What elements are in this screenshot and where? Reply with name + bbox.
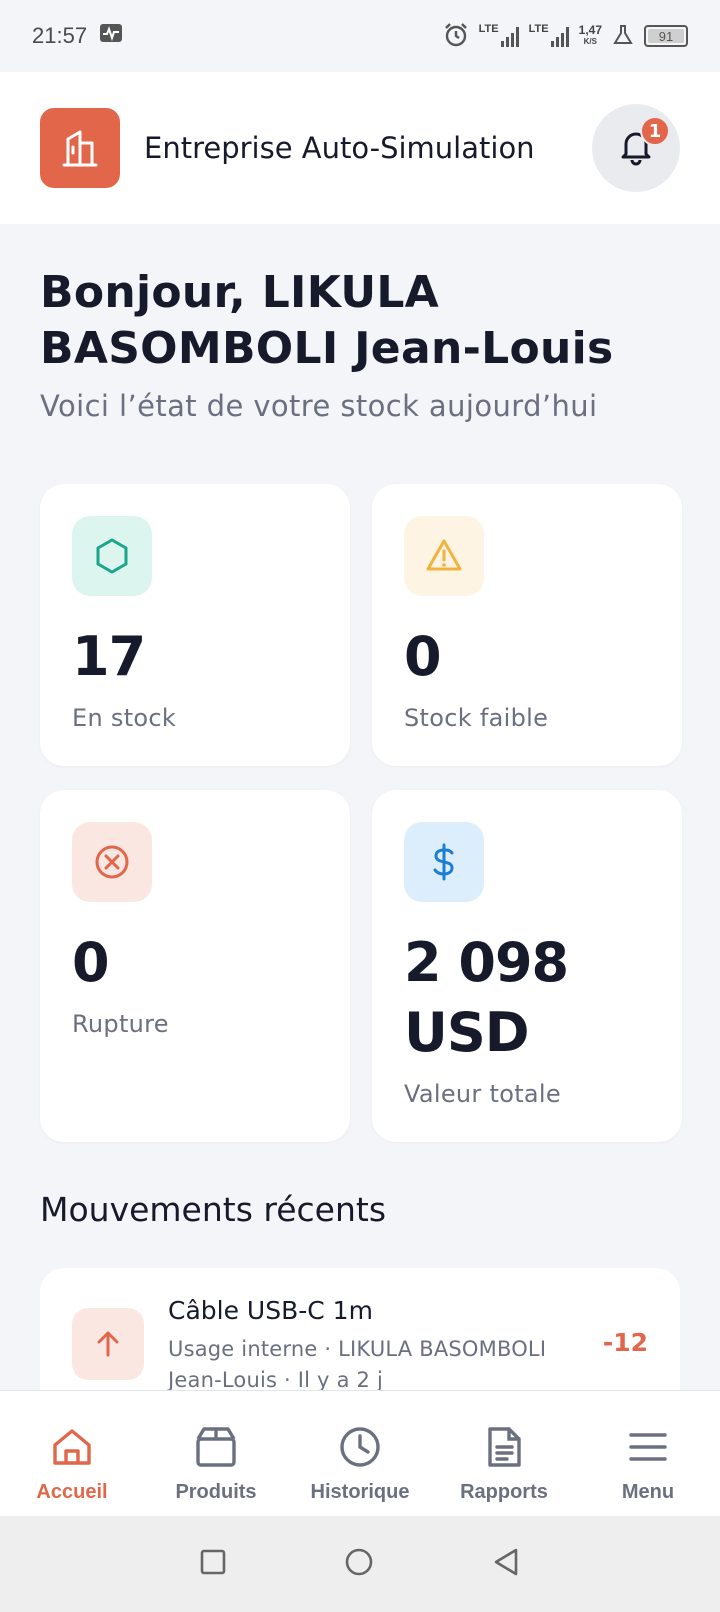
arrow-up-icon: [72, 1308, 144, 1380]
stat-card-rupture[interactable]: 0 Rupture: [40, 790, 350, 1142]
home-icon: [50, 1425, 94, 1473]
recent-apps-button[interactable]: [199, 1548, 227, 1580]
box-icon: [194, 1425, 238, 1473]
greeting-subtitle: Voici l’état de votre stock aujourd’hui: [40, 389, 598, 423]
battery-icon: 91: [644, 25, 688, 47]
stat-value: 0: [72, 931, 110, 994]
warning-icon: [404, 516, 484, 596]
section-title: Mouvements récents: [40, 1190, 387, 1229]
signal-icon-2: LTE: [529, 23, 569, 47]
hexagon-icon: [72, 516, 152, 596]
app-header: Entreprise Auto-Simulation 1: [0, 72, 720, 224]
company-name: Entreprise Auto-Simulation: [144, 131, 535, 165]
status-time: 21:57: [32, 23, 88, 48]
status-bar: 21:57 LTE LTE 1,47 K/S 91: [0, 0, 720, 72]
activity-icon: [99, 23, 123, 49]
system-nav-bar: [0, 1516, 720, 1612]
menu-icon: [626, 1425, 670, 1473]
x-circle-icon: [72, 822, 152, 902]
nav-label: Menu: [621, 1481, 675, 1503]
notification-badge: 1: [640, 116, 670, 146]
dollar-icon: [404, 822, 484, 902]
back-button[interactable]: [491, 1547, 521, 1581]
document-icon: [482, 1425, 526, 1473]
movement-quantity: -12: [602, 1328, 648, 1357]
stat-value: 2 098 USD: [404, 931, 569, 1064]
stat-card-low-stock[interactable]: 0 Stock faible: [372, 484, 682, 766]
nav-menu[interactable]: Menu: [576, 1391, 720, 1516]
nav-label: Accueil: [36, 1481, 108, 1503]
stat-card-in-stock[interactable]: 17 En stock: [40, 484, 350, 766]
stat-value: 17: [72, 625, 146, 688]
stat-label: En stock: [72, 704, 177, 732]
nav-accueil[interactable]: Accueil: [0, 1391, 144, 1516]
movement-name: Câble USB-C 1m: [168, 1296, 373, 1325]
flask-icon: [612, 24, 634, 49]
building-icon: [40, 108, 120, 188]
stat-value: 0: [404, 625, 442, 688]
nav-produits[interactable]: Produits: [144, 1391, 288, 1516]
nav-historique[interactable]: Historique: [288, 1391, 432, 1516]
bottom-nav: Accueil Produits Historique Rapports Men…: [0, 1390, 720, 1516]
stat-label: Valeur totale: [404, 1080, 561, 1108]
signal-icon: LTE: [479, 23, 519, 47]
nav-label: Rapports: [460, 1481, 548, 1503]
stat-card-total-value[interactable]: 2 098 USD Valeur totale: [372, 790, 682, 1142]
greeting: Bonjour, LIKULA BASOMBOLI Jean-Louis Voi…: [40, 265, 690, 423]
nav-label: Produits: [175, 1481, 257, 1503]
stat-label: Stock faible: [404, 704, 549, 732]
nav-rapports[interactable]: Rapports: [432, 1391, 576, 1516]
greeting-title: Bonjour, LIKULA BASOMBOLI Jean-Louis: [40, 267, 614, 374]
stat-label: Rupture: [72, 1010, 169, 1038]
clock-icon: [338, 1425, 382, 1473]
home-button[interactable]: [344, 1547, 374, 1581]
movement-item[interactable]: Câble USB-C 1m Usage interne · LIKULA BA…: [40, 1268, 680, 1408]
alarm-icon: [443, 22, 469, 51]
movement-subtitle: Usage interne · LIKULA BASOMBOLI Jean-Lo…: [168, 1337, 547, 1392]
notifications-button[interactable]: 1: [592, 104, 680, 192]
nav-label: Historique: [310, 1481, 410, 1503]
network-speed: 1,47 K/S: [578, 23, 602, 46]
